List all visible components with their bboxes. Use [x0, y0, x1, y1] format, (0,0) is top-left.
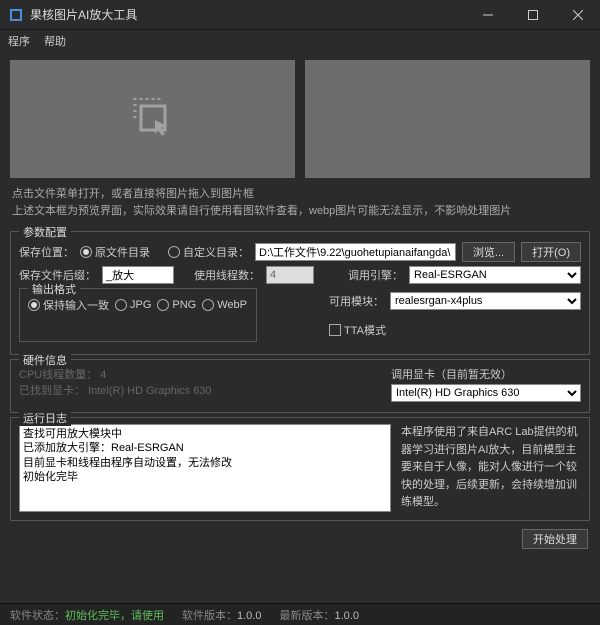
close-button[interactable] [555, 0, 600, 30]
module-label: 可用模块： [329, 293, 384, 309]
radio-format-webp[interactable]: WebP [202, 299, 247, 311]
browse-button[interactable]: 浏览... [462, 242, 515, 262]
log-fieldset: 运行日志 查找可用放大模块中 已添加放大引擎：Real-ESRGAN 目前显卡和… [10, 417, 590, 521]
cpu-threads-value: 4 [100, 369, 106, 381]
minimize-button[interactable] [465, 0, 510, 30]
radio-custom-dir[interactable]: 自定义目录： [168, 244, 249, 260]
window-title: 果核图片AI放大工具 [30, 6, 465, 23]
output-format-fieldset: 输出格式 保持输入一致 JPG PNG WebP [19, 288, 257, 342]
checkbox-icon [329, 324, 341, 336]
status-latest-value: 1.0.0 [334, 610, 358, 622]
menubar: 程序 帮助 [0, 30, 600, 52]
preview-source[interactable] [10, 60, 295, 178]
menu-help[interactable]: 帮助 [44, 33, 66, 49]
custom-dir-input[interactable] [255, 243, 456, 261]
titlebar: 果核图片AI放大工具 [0, 0, 600, 30]
hint-line-2: 上述文本框为预览界面，实际效果请自行使用看图软件查看，webp图片可能无法显示，… [12, 203, 588, 220]
action-row: 开始处理 [0, 525, 600, 555]
window-controls [465, 0, 600, 30]
maximize-button[interactable] [510, 0, 555, 30]
radio-icon [115, 299, 127, 311]
menu-program[interactable]: 程序 [8, 33, 30, 49]
gpu-found-value: Intel(R) HD Graphics 630 [88, 385, 212, 397]
engine-label: 调用引擎： [348, 267, 403, 283]
status-state-label: 软件状态： [10, 610, 65, 622]
drop-target-icon [125, 90, 181, 149]
hardware-fieldset: 硬件信息 CPU线程数量： 4 已找到显卡： Intel(R) HD Graph… [10, 359, 590, 413]
app-icon [8, 7, 24, 23]
radio-icon [202, 299, 214, 311]
params-fieldset: 参数配置 保存位置： 原文件目录 自定义目录： 浏览... 打开(O) 保存文件… [10, 231, 590, 355]
gpu-select[interactable]: Intel(R) HD Graphics 630 [391, 384, 581, 402]
radio-format-jpg[interactable]: JPG [115, 299, 151, 311]
save-location-label: 保存位置： [19, 244, 74, 260]
log-description: 本程序使用了来自ARC Lab提供的机器学习进行图片AI放大，目前模型主要来自于… [401, 424, 581, 512]
hint-text: 点击文件菜单打开，或者直接将图片拖入到图片框 上述文本框为预览界面，实际效果请自… [0, 182, 600, 227]
log-textarea[interactable]: 查找可用放大模块中 已添加放大引擎：Real-ESRGAN 目前显卡和线程由程序… [19, 424, 391, 512]
radio-icon [157, 299, 169, 311]
start-button[interactable]: 开始处理 [522, 529, 588, 549]
preview-strip [0, 52, 600, 182]
threads-label: 使用线程数： [194, 267, 260, 283]
radio-format-keep[interactable]: 保持输入一致 [28, 297, 109, 313]
output-format-legend: 输出格式 [28, 281, 80, 297]
radio-format-png[interactable]: PNG [157, 299, 196, 311]
module-select[interactable]: realesrgan-x4plus [390, 292, 581, 310]
radio-icon [80, 246, 92, 258]
status-version-value: 1.0.0 [237, 610, 261, 622]
tta-checkbox[interactable]: TTA模式 [329, 322, 386, 338]
cpu-threads-label: CPU线程数量： [19, 369, 97, 381]
preview-result[interactable] [305, 60, 590, 178]
suffix-input[interactable] [102, 266, 174, 284]
gpu-select-label: 调用显卡（目前暂无效） [391, 366, 581, 382]
log-legend: 运行日志 [19, 410, 71, 426]
status-version-label: 软件版本： [182, 610, 237, 622]
radio-same-dir[interactable]: 原文件目录 [80, 244, 150, 260]
open-button[interactable]: 打开(O) [521, 242, 581, 262]
status-state-value: 初始化完毕，请使用 [65, 610, 164, 622]
hint-line-1: 点击文件菜单打开，或者直接将图片拖入到图片框 [12, 186, 588, 203]
radio-icon [28, 299, 40, 311]
params-legend: 参数配置 [19, 224, 71, 240]
radio-icon [168, 246, 180, 258]
status-latest-label: 最新版本： [279, 610, 334, 622]
statusbar: 软件状态：初始化完毕，请使用 软件版本：1.0.0 最新版本：1.0.0 [0, 603, 600, 625]
hardware-legend: 硬件信息 [19, 352, 71, 368]
threads-input [266, 266, 314, 284]
engine-select[interactable]: Real-ESRGAN [409, 266, 581, 284]
gpu-found-label: 已找到显卡： [19, 385, 85, 397]
